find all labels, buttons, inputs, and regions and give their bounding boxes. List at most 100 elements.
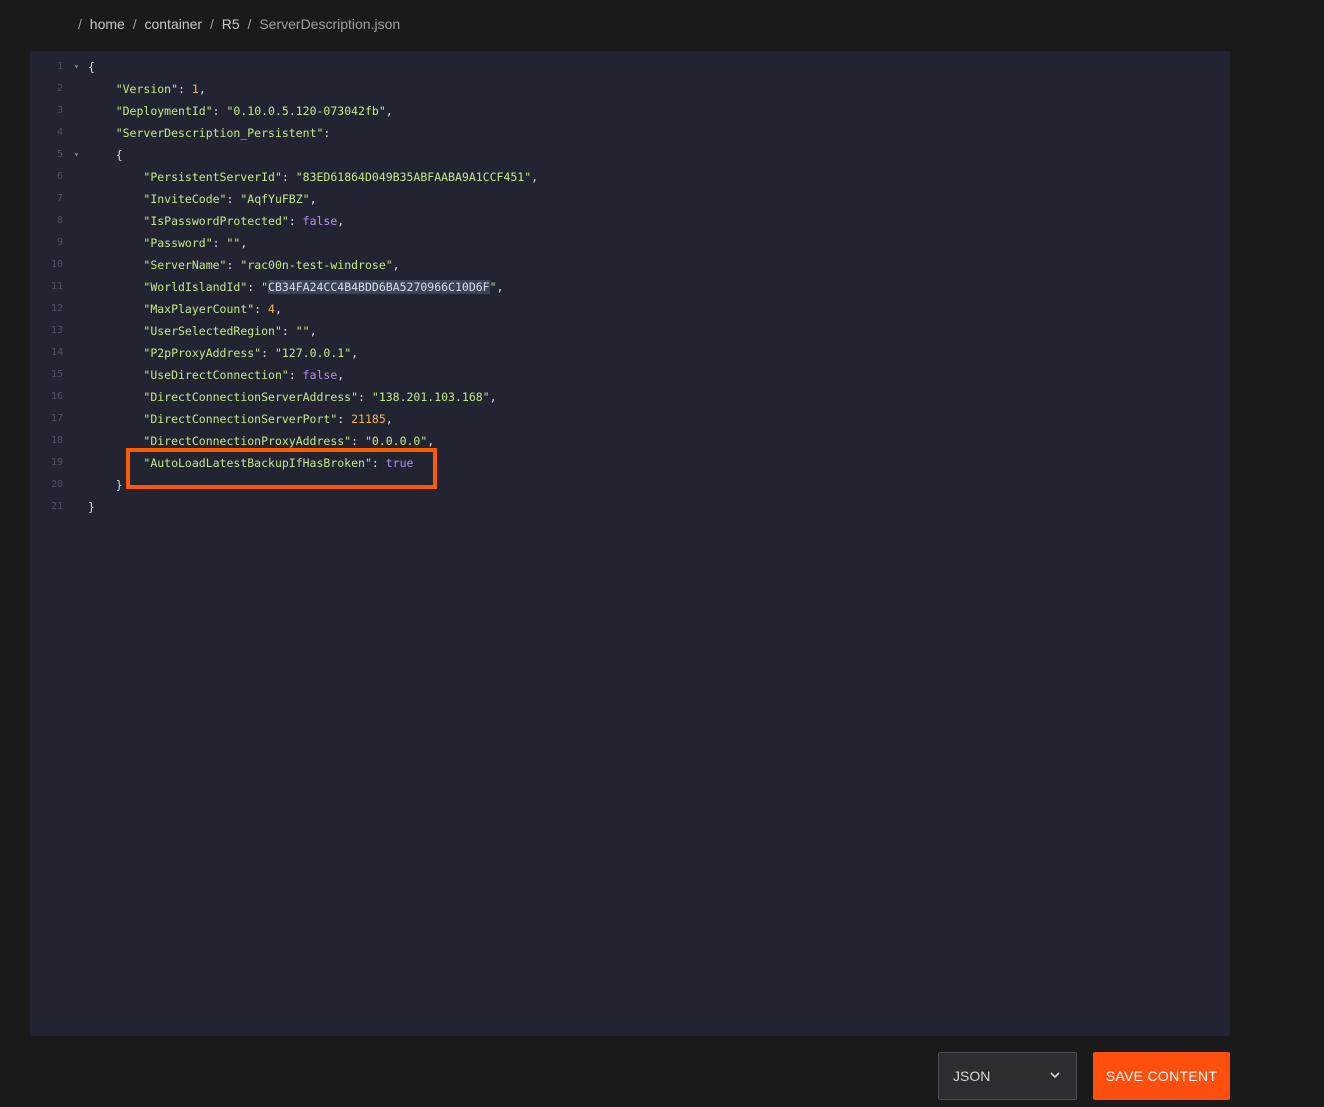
code-text[interactable]: "UserSelectedRegion": "",	[88, 320, 316, 342]
code-text[interactable]: "IsPasswordProtected": false,	[88, 210, 344, 232]
json-punctuation	[88, 434, 143, 448]
breadcrumb-item-r5[interactable]: R5	[222, 16, 240, 32]
fold-toggle-icon[interactable]: ▾	[74, 56, 79, 78]
line-number: 17	[50, 413, 63, 424]
code-text[interactable]: "DirectConnectionServerAddress": "138.20…	[88, 386, 497, 408]
code-text[interactable]: "P2pProxyAddress": "127.0.0.1",	[88, 342, 358, 364]
code-line[interactable]: 18 "DirectConnectionProxyAddress": "0.0.…	[30, 430, 1230, 452]
code-text[interactable]: "ServerName": "rac00n-test-windrose",	[88, 254, 399, 276]
code-text[interactable]: "InviteCode": "AqfYuFBZ",	[88, 188, 316, 210]
code-line[interactable]: 1 ▾ {	[30, 56, 1230, 78]
code-line[interactable]: 17 "DirectConnectionServerPort": 21185,	[30, 408, 1230, 430]
save-content-button[interactable]: SAVE CONTENT	[1093, 1052, 1230, 1100]
code-line[interactable]: 6 "PersistentServerId": "83ED61864D049B3…	[30, 166, 1230, 188]
breadcrumb-separator: /	[209, 16, 214, 32]
code-line[interactable]: 7 "InviteCode": "AqfYuFBZ",	[30, 188, 1230, 210]
line-number: 2	[56, 83, 63, 94]
code-line[interactable]: 10 "ServerName": "rac00n-test-windrose",	[30, 254, 1230, 276]
code-text[interactable]: "MaxPlayerCount": 4,	[88, 298, 282, 320]
code-line[interactable]: 19 "AutoLoadLatestBackupIfHasBroken": tr…	[30, 452, 1230, 474]
json-key: "UserSelectedRegion"	[143, 324, 282, 338]
json-punctuation	[88, 390, 143, 404]
code-line[interactable]: 16 "DirectConnectionServerAddress": "138…	[30, 386, 1230, 408]
code-line[interactable]: 4 "ServerDescription_Persistent":	[30, 122, 1230, 144]
json-punctuation: ,	[489, 390, 497, 404]
json-punctuation: :	[288, 368, 303, 382]
code-text[interactable]: {	[88, 56, 95, 78]
code-text[interactable]: "DirectConnectionProxyAddress": "0.0.0.0…	[88, 430, 434, 452]
json-punctuation: }	[88, 500, 95, 514]
format-select-value: JSON	[953, 1068, 991, 1084]
code-line[interactable]: 2 "Version": 1,	[30, 78, 1230, 100]
json-string: ""	[226, 236, 241, 250]
code-text[interactable]: }	[88, 496, 95, 518]
json-punctuation	[88, 170, 143, 184]
json-key: "WorldIslandId"	[143, 280, 248, 294]
code-text[interactable]: "AutoLoadLatestBackupIfHasBroken": true	[88, 452, 413, 474]
json-key: "DeploymentId"	[115, 104, 213, 118]
json-punctuation	[88, 280, 143, 294]
json-punctuation: ,	[240, 236, 248, 250]
breadcrumb-item-container[interactable]: container	[144, 16, 202, 32]
line-number: 19	[50, 457, 63, 468]
code-line[interactable]: 3 "DeploymentId": "0.10.0.5.120-073042fb…	[30, 100, 1230, 122]
json-punctuation	[88, 82, 116, 96]
code-text[interactable]: "PersistentServerId": "83ED61864D049B35A…	[88, 166, 538, 188]
json-punctuation	[88, 412, 143, 426]
breadcrumb-separator: /	[78, 16, 82, 32]
code-line[interactable]: 8 "IsPasswordProtected": false,	[30, 210, 1230, 232]
json-punctuation: :	[247, 280, 262, 294]
json-key: "MaxPlayerCount"	[143, 302, 255, 316]
code-line[interactable]: 13 "UserSelectedRegion": "",	[30, 320, 1230, 342]
code-text[interactable]: "DirectConnectionServerPort": 21185,	[88, 408, 393, 430]
json-string: ""	[295, 324, 310, 338]
code-text[interactable]: }	[88, 474, 123, 496]
breadcrumb-current-file: ServerDescription.json	[259, 16, 401, 32]
json-string: "	[261, 280, 269, 294]
code-editor[interactable]: 1 ▾ {2 "Version": 1, 3 "DeploymentId": "0.1…	[30, 51, 1230, 1036]
format-select[interactable]: JSON	[938, 1052, 1077, 1100]
json-key: "PersistentServerId"	[143, 170, 282, 184]
code-line[interactable]: 5 ▾ {	[30, 144, 1230, 166]
json-key: "DirectConnectionServerPort"	[143, 412, 338, 426]
breadcrumb-separator: /	[132, 16, 137, 32]
code-lines[interactable]: 1 ▾ {2 "Version": 1, 3 "DeploymentId": "0.1…	[30, 56, 1230, 518]
json-punctuation	[88, 368, 143, 382]
code-line[interactable]: 21}	[30, 496, 1230, 518]
json-key: "P2pProxyAddress"	[143, 346, 262, 360]
json-key: "DirectConnectionServerAddress"	[143, 390, 359, 404]
code-text[interactable]: "UseDirectConnection": false,	[88, 364, 344, 386]
code-line[interactable]: 11 "WorldIslandId": "CB34FA24CC4B4BDD6BA…	[30, 276, 1230, 298]
line-number: 7	[56, 193, 63, 204]
code-line[interactable]: 15 "UseDirectConnection": false,	[30, 364, 1230, 386]
line-number: 12	[50, 303, 63, 314]
code-line[interactable]: 14 "P2pProxyAddress": "127.0.0.1",	[30, 342, 1230, 364]
json-string: "127.0.0.1"	[274, 346, 352, 360]
json-punctuation: :	[178, 82, 192, 96]
breadcrumb-item-home[interactable]: home	[90, 16, 125, 32]
code-text[interactable]: "ServerDescription_Persistent":	[88, 122, 331, 144]
json-boolean: false	[302, 214, 338, 228]
line-number: 5	[56, 149, 63, 160]
json-punctuation: ,	[531, 170, 539, 184]
json-key: "UseDirectConnection"	[143, 368, 289, 382]
json-boolean: false	[302, 368, 338, 382]
selected-text: CB34FA24CC4B4BDD6BA5270966C10D6F	[268, 280, 490, 294]
line-number: 10	[50, 259, 63, 270]
code-text[interactable]: "Password": "",	[88, 232, 247, 254]
fold-toggle-icon[interactable]: ▾	[74, 144, 79, 166]
line-number: 1	[56, 61, 63, 72]
code-text[interactable]: "WorldIslandId": "CB34FA24CC4B4BDD6BA527…	[88, 276, 503, 298]
code-line[interactable]: 12 "MaxPlayerCount": 4,	[30, 298, 1230, 320]
json-punctuation: :	[351, 434, 365, 448]
code-line[interactable]: 9 "Password": "",	[30, 232, 1230, 254]
code-text[interactable]: "Version": 1,	[88, 78, 206, 100]
code-line[interactable]: 20 }	[30, 474, 1230, 496]
json-punctuation	[88, 126, 116, 140]
json-string: "138.201.103.168"	[371, 390, 490, 404]
json-punctuation: ,	[385, 412, 393, 426]
breadcrumb: / home / container / R5 / ServerDescript…	[78, 16, 400, 32]
code-text[interactable]: {	[88, 144, 123, 166]
json-punctuation: {	[88, 60, 95, 74]
code-text[interactable]: "DeploymentId": "0.10.0.5.120-073042fb",	[88, 100, 393, 122]
